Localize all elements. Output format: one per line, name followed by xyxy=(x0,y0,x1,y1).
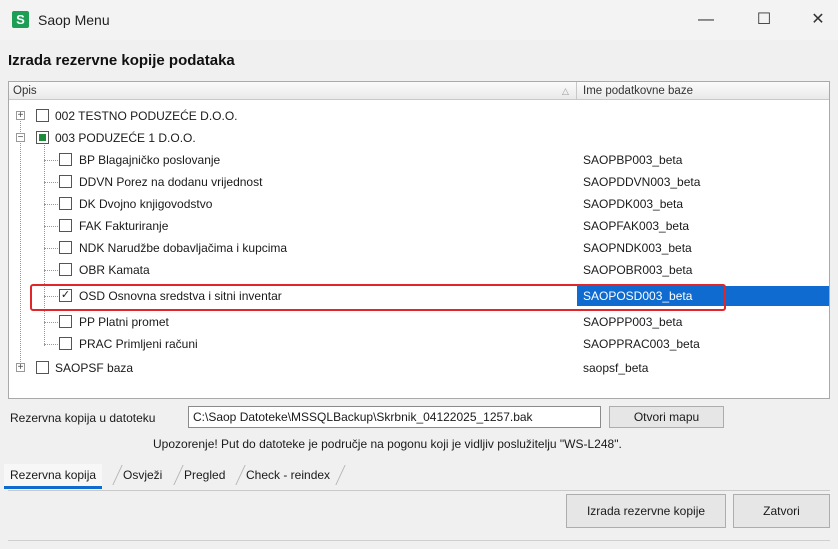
collapse-minus-icon[interactable]: − xyxy=(16,133,25,143)
column-description-label: Opis xyxy=(13,85,37,97)
ddvn-label: DDVN Porez na dodanu vrijednost xyxy=(79,175,263,189)
tab-check-reindex[interactable]: Check - reindex xyxy=(240,464,336,486)
obr-label: OBR Kamata xyxy=(79,263,150,277)
create-backup-button[interactable]: Izrada rezervne kopije xyxy=(566,494,726,528)
page-heading: Izrada rezervne kopije podataka xyxy=(8,52,235,69)
pp-checkbox[interactable] xyxy=(59,315,72,328)
tab-strip: Rezervna kopija Osvježi Pregled Check - … xyxy=(0,461,838,489)
tree-connector xyxy=(44,344,58,345)
close-button[interactable]: Zatvori xyxy=(733,494,830,528)
backup-path-input[interactable] xyxy=(188,406,601,428)
tree-row-bp[interactable]: BP Blagajničko poslovanje SAOPBP003_beta xyxy=(9,149,829,171)
backup-file-label: Rezervna kopija u datoteku xyxy=(10,411,156,425)
saopsf-database-name: saopsf_beta xyxy=(583,361,649,375)
window-title: Saop Menu xyxy=(38,12,110,28)
tree-connector xyxy=(44,270,58,271)
open-folder-button[interactable]: Otvori mapu xyxy=(609,406,724,428)
tree-row-obr[interactable]: OBR Kamata SAOPOBR003_beta xyxy=(9,259,829,281)
backup-warning-text: Upozorenje! Put do datoteke je područje … xyxy=(153,437,622,451)
ndk-label: NDK Narudžbe dobavljačima i kupcima xyxy=(79,241,288,255)
company-002-label: 002 TESTNO PODUZEĆE D.O.O. xyxy=(55,109,238,123)
tree-connector xyxy=(44,204,58,205)
tree-connector xyxy=(44,226,58,227)
close-window-button[interactable]: ✕ xyxy=(798,8,838,32)
saopsf-checkbox[interactable] xyxy=(36,361,49,374)
tree-connector xyxy=(44,182,58,183)
tab-divider xyxy=(335,465,346,485)
fak-checkbox[interactable] xyxy=(59,219,72,232)
tab-refresh[interactable]: Osvježi xyxy=(117,464,168,486)
ndk-checkbox[interactable] xyxy=(59,241,72,254)
fak-database-name: SAOPFAK003_beta xyxy=(583,219,690,233)
dk-database-name: SAOPDK003_beta xyxy=(583,197,684,211)
tree-row-company-003[interactable]: − 003 PODUZEĆE 1 D.O.O. xyxy=(9,127,829,149)
company-002-checkbox[interactable] xyxy=(36,109,49,122)
fak-label: FAK Fakturiranje xyxy=(79,219,169,233)
column-header-database[interactable]: Ime podatkovne baze xyxy=(577,82,829,100)
prac-label: PRAC Primljeni računi xyxy=(79,337,198,351)
pp-database-name: SAOPPP003_beta xyxy=(583,315,683,329)
ndk-database-name: SAOPNDK003_beta xyxy=(583,241,692,255)
tab-overview[interactable]: Pregled xyxy=(178,464,231,486)
osd-checkbox-checked[interactable]: ✓ xyxy=(59,289,72,302)
database-tree-grid[interactable]: Opis △ Ime podatkovne baze + 002 TESTNO … xyxy=(8,81,830,399)
tree-row-ndk[interactable]: NDK Narudžbe dobavljačima i kupcima SAOP… xyxy=(9,237,829,259)
dk-checkbox[interactable] xyxy=(59,197,72,210)
bp-label: BP Blagajničko poslovanje xyxy=(79,153,221,167)
pp-label: PP Platni promet xyxy=(79,315,169,329)
ddvn-checkbox[interactable] xyxy=(59,175,72,188)
company-003-checkbox-partial[interactable] xyxy=(36,131,49,144)
obr-checkbox[interactable] xyxy=(59,263,72,276)
tree-connector xyxy=(44,322,58,323)
tree-connector xyxy=(44,296,58,297)
tree-row-osd-selected[interactable]: ✓ OSD Osnovna sredstva i sitni inventar … xyxy=(9,285,829,307)
tree-connector xyxy=(44,248,58,249)
osd-database-name: SAOPOSD003_beta xyxy=(577,286,829,306)
maximize-button[interactable]: ☐ xyxy=(744,8,784,32)
title-bar: S Saop Menu — ☐ ✕ xyxy=(0,0,838,40)
sort-ascending-icon: △ xyxy=(562,86,569,96)
expand-plus-icon[interactable]: + xyxy=(16,111,25,121)
saop-app-icon: S xyxy=(12,11,29,28)
tree-connector xyxy=(44,160,58,161)
obr-database-name: SAOPOBR003_beta xyxy=(583,263,693,277)
tree-row-pp[interactable]: PP Platni promet SAOPPP003_beta xyxy=(9,311,829,333)
tree-row-company-002[interactable]: + 002 TESTNO PODUZEĆE D.O.O. xyxy=(9,105,829,127)
bp-database-name: SAOPBP003_beta xyxy=(583,153,683,167)
company-003-label: 003 PODUZEĆE 1 D.O.O. xyxy=(55,131,196,145)
osd-label: OSD Osnovna sredstva i sitni inventar xyxy=(79,289,282,303)
tree-row-prac[interactable]: PRAC Primljeni računi SAOPPRAC003_beta xyxy=(9,333,829,355)
tree-row-saopsf[interactable]: + SAOPSF baza saopsf_beta xyxy=(9,357,829,379)
tab-backup[interactable]: Rezervna kopija xyxy=(4,464,103,489)
saopsf-label: SAOPSF baza xyxy=(55,361,134,375)
ddvn-database-name: SAOPDDVN003_beta xyxy=(583,175,701,189)
bp-checkbox[interactable] xyxy=(59,153,72,166)
tree-row-ddvn[interactable]: DDVN Porez na dodanu vrijednost SAOPDDVN… xyxy=(9,171,829,193)
minimize-button[interactable]: — xyxy=(686,8,726,32)
dk-label: DK Dvojno knjigovodstvo xyxy=(79,197,213,211)
tree-row-fak[interactable]: FAK Fakturiranje SAOPFAK003_beta xyxy=(9,215,829,237)
expand-plus-icon[interactable]: + xyxy=(16,363,25,373)
prac-checkbox[interactable] xyxy=(59,337,72,350)
column-header-description[interactable]: Opis △ xyxy=(9,82,577,100)
prac-database-name: SAOPPRAC003_beta xyxy=(583,337,700,351)
tree-row-dk[interactable]: DK Dvojno knjigovodstvo SAOPDK003_beta xyxy=(9,193,829,215)
